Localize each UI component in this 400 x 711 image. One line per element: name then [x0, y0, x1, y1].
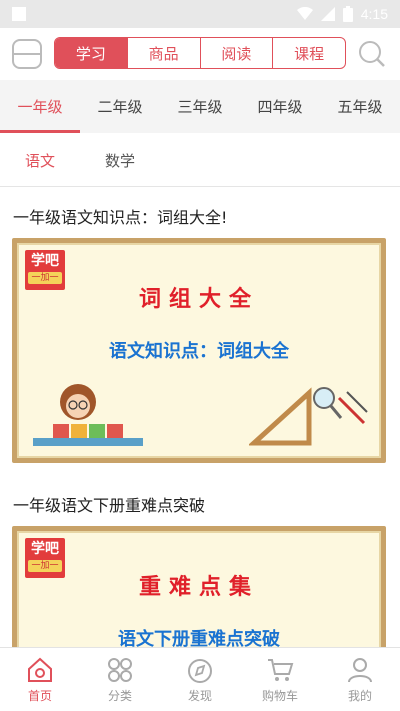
tab-grade-3[interactable]: 三年级	[160, 80, 240, 133]
top-header: 学习 商品 阅读 课程	[0, 28, 400, 80]
tab-chinese[interactable]: 语文	[25, 150, 55, 171]
banner-heading: 词组大全	[138, 287, 259, 312]
cart-icon	[268, 659, 294, 681]
segment-products[interactable]: 商品	[126, 38, 200, 68]
nav-discover-label: 发现	[187, 689, 212, 703]
grade-tabs: 一年级 二年级 三年级 四年级 五年级	[0, 80, 400, 133]
bottom-navigation: 首页 分类 发现 购物车 我的	[0, 647, 400, 711]
banner-subtitle: 语文知识点：词组大全	[109, 341, 289, 362]
category-icon	[108, 658, 132, 682]
geometry-tools-illustration	[249, 387, 368, 446]
banner-heading: 重难点集	[138, 575, 259, 600]
nav-category-label: 分类	[107, 689, 132, 703]
article-title[interactable]: 一年级语文知识点：词组大全!	[13, 204, 227, 228]
tab-math[interactable]: 数学	[105, 150, 135, 171]
nav-profile-label: 我的	[347, 689, 372, 703]
segment-courses[interactable]: 课程	[272, 38, 345, 68]
profile-icon	[348, 658, 372, 683]
subject-tabs: 语文 数学	[0, 133, 400, 187]
reading-girl-illustration	[33, 384, 143, 446]
tab-grade-1[interactable]: 一年级	[0, 80, 80, 133]
status-bar: 4:15	[0, 0, 400, 28]
nav-profile[interactable]: 我的	[320, 648, 400, 711]
article-feed[interactable]: 一年级语文知识点：词组大全! 学吧 一加一 词组大全 语文知识点：词组大全 一年…	[0, 188, 400, 647]
nav-cart-label: 购物车	[261, 689, 298, 703]
article-banner[interactable]: 学吧 一加一 重难点集 语文下册重难点突破	[12, 526, 386, 647]
article-title[interactable]: 一年级语文下册重难点突破	[13, 492, 205, 516]
home-icon	[28, 657, 52, 682]
tab-grade-2[interactable]: 二年级	[80, 80, 160, 133]
section-switcher: 学习 商品 阅读 课程	[54, 37, 346, 69]
tab-grade-4[interactable]: 四年级	[240, 80, 320, 133]
nav-home-label: 首页	[27, 689, 52, 703]
status-time: 4:15	[360, 6, 388, 22]
nav-category[interactable]: 分类	[80, 648, 160, 711]
segment-reading[interactable]: 阅读	[199, 38, 273, 68]
discover-icon	[188, 659, 212, 683]
nav-home[interactable]: 首页	[0, 648, 80, 711]
wifi-icon	[296, 7, 313, 20]
nav-cart[interactable]: 购物车	[240, 648, 320, 711]
signal-icon	[320, 7, 335, 21]
segment-study[interactable]: 学习	[55, 38, 127, 68]
notification-icon	[12, 7, 26, 21]
menu-icon[interactable]	[12, 39, 42, 69]
article-banner[interactable]: 学吧 一加一 词组大全 语文知识点：词组大全	[12, 238, 386, 463]
search-icon[interactable]	[358, 40, 386, 68]
nav-discover[interactable]: 发现	[160, 648, 240, 711]
banner-subtitle: 语文下册重难点突破	[118, 629, 280, 647]
battery-icon	[342, 6, 353, 22]
tab-grade-5[interactable]: 五年级	[320, 80, 400, 133]
